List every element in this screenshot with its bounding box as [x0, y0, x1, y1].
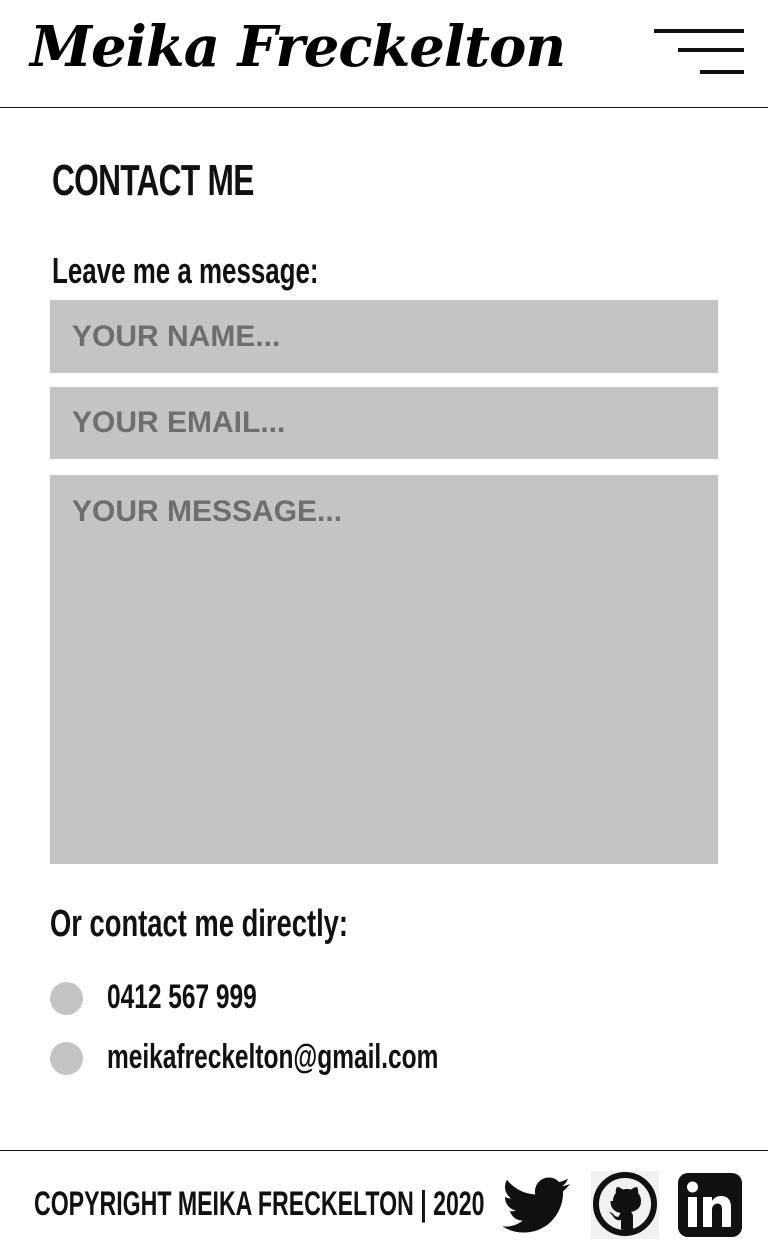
menu-line [700, 70, 744, 74]
site-logo[interactable]: Meika Freckelton [30, 14, 566, 80]
github-icon[interactable] [591, 1171, 659, 1239]
twitter-icon[interactable] [503, 1171, 571, 1239]
name-input[interactable] [50, 300, 718, 373]
email-address[interactable]: meikafreckelton@gmail.com [107, 1038, 438, 1077]
menu-line [678, 48, 744, 52]
phone-bullet-icon [50, 982, 83, 1015]
direct-contact-heading: Or contact me directly: [50, 903, 349, 945]
copyright-text: COPYRIGHT MEIKA FRECKELTON | 2020 [34, 1185, 485, 1223]
email-input[interactable] [50, 387, 718, 459]
site-footer: COPYRIGHT MEIKA FRECKELTON | 2020 [0, 1150, 768, 1255]
phone-number[interactable]: 0412 567 999 [107, 978, 257, 1017]
message-textarea[interactable] [50, 475, 718, 864]
message-form-label: Leave me a message: [52, 250, 319, 291]
site-header: Meika Freckelton [0, 0, 768, 108]
menu-line [654, 29, 744, 33]
page-title: CONTACT ME [52, 156, 254, 205]
email-bullet-icon [50, 1042, 83, 1075]
hamburger-menu-icon[interactable] [650, 26, 746, 80]
linkedin-icon[interactable] [676, 1171, 744, 1239]
